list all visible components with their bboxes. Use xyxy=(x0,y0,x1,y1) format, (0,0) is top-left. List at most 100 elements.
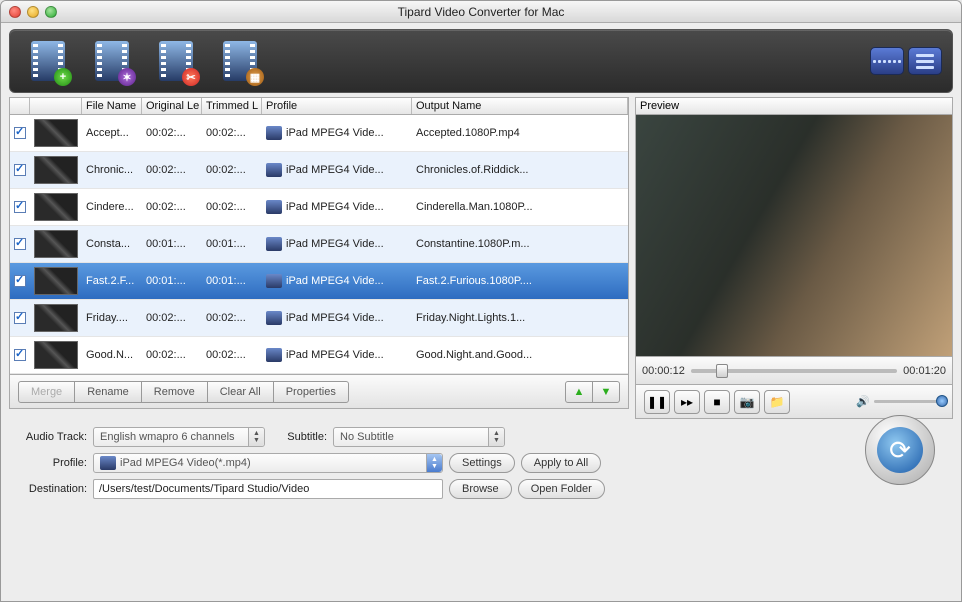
cell-output-name: Cinderella.Man.1080P... xyxy=(412,201,628,213)
destination-input[interactable]: /Users/test/Documents/Tipard Studio/Vide… xyxy=(93,479,443,499)
preview-header: Preview xyxy=(635,97,953,115)
cell-output-name: Accepted.1080P.mp4 xyxy=(412,127,628,139)
cell-trimmed-length: 00:02:... xyxy=(202,164,262,176)
move-down-button[interactable]: ▼ xyxy=(592,381,620,403)
subtitle-select[interactable]: No Subtitle▲▼ xyxy=(333,427,505,447)
convert-button[interactable]: ⟳ xyxy=(865,415,935,485)
table-row[interactable]: Consta...00:01:...00:01:...iPad MPEG4 Vi… xyxy=(10,226,628,263)
destination-label: Destination: xyxy=(9,483,87,495)
cell-trimmed-length: 00:01:... xyxy=(202,238,262,250)
cell-profile: iPad MPEG4 Vide... xyxy=(262,126,412,140)
table-row[interactable]: Cindere...00:02:...00:02:...iPad MPEG4 V… xyxy=(10,189,628,226)
col-profile[interactable]: Profile xyxy=(262,98,412,114)
table-row[interactable]: Fast.2.F...00:01:...00:01:...iPad MPEG4 … xyxy=(10,263,628,300)
clear-all-button[interactable]: Clear All xyxy=(207,381,274,403)
apply-to-all-button[interactable]: Apply to All xyxy=(521,453,601,473)
view-thumb-button[interactable] xyxy=(870,47,904,75)
cell-trimmed-length: 00:02:... xyxy=(202,349,262,361)
seek-slider[interactable] xyxy=(691,369,897,373)
cell-filename: Chronic... xyxy=(82,164,142,176)
subtitle-label: Subtitle: xyxy=(271,431,327,443)
thumbnail xyxy=(34,341,78,369)
merge-button[interactable]: Merge xyxy=(18,381,75,403)
col-original-length[interactable]: Original Le xyxy=(142,98,202,114)
cell-output-name: Good.Night.and.Good... xyxy=(412,349,628,361)
audio-track-select[interactable]: English wmapro 6 channels▲▼ xyxy=(93,427,265,447)
thumbnail xyxy=(34,119,78,147)
cell-profile: iPad MPEG4 Vide... xyxy=(262,237,412,251)
cell-profile: iPad MPEG4 Vide... xyxy=(262,274,412,288)
cell-filename: Consta... xyxy=(82,238,142,250)
row-checkbox[interactable] xyxy=(14,238,26,250)
move-up-button[interactable]: ▲ xyxy=(565,381,593,403)
titlebar: Tipard Video Converter for Mac xyxy=(1,1,961,23)
open-folder-button[interactable]: Open Folder xyxy=(518,479,605,499)
pause-button[interactable]: ❚❚ xyxy=(644,390,670,414)
table-row[interactable]: Chronic...00:02:...00:02:...iPad MPEG4 V… xyxy=(10,152,628,189)
volume-slider[interactable] xyxy=(874,400,944,403)
cell-output-name: Friday.Night.Lights.1... xyxy=(412,312,628,324)
time-bar: 00:00:12 00:01:20 xyxy=(635,357,953,385)
cell-original-length: 00:02:... xyxy=(142,127,202,139)
cell-filename: Accept... xyxy=(82,127,142,139)
column-headers: File Name Original Le Trimmed L Profile … xyxy=(9,97,629,115)
cell-output-name: Chronicles.of.Riddick... xyxy=(412,164,628,176)
row-checkbox[interactable] xyxy=(14,164,26,176)
table-row[interactable]: Accept...00:02:...00:02:...iPad MPEG4 Vi… xyxy=(10,115,628,152)
cell-output-name: Constantine.1080P.m... xyxy=(412,238,628,250)
open-snapshot-folder-button[interactable]: 📁 xyxy=(764,390,790,414)
col-trimmed-length[interactable]: Trimmed L xyxy=(202,98,262,114)
row-checkbox[interactable] xyxy=(14,349,26,361)
next-frame-button[interactable]: ▸▸ xyxy=(674,390,700,414)
table-row[interactable]: Good.N...00:02:...00:02:...iPad MPEG4 Vi… xyxy=(10,337,628,374)
row-checkbox[interactable] xyxy=(14,275,26,287)
cell-profile: iPad MPEG4 Vide... xyxy=(262,311,412,325)
cell-original-length: 00:02:... xyxy=(142,312,202,324)
view-list-button[interactable] xyxy=(908,47,942,75)
effect-button[interactable]: ✶ xyxy=(84,38,140,84)
remove-button[interactable]: Remove xyxy=(141,381,208,403)
cell-original-length: 00:02:... xyxy=(142,349,202,361)
cell-output-name: Fast.2.Furious.1080P.... xyxy=(412,275,628,287)
file-list[interactable]: Accept...00:02:...00:02:...iPad MPEG4 Vi… xyxy=(9,115,629,375)
cell-original-length: 00:01:... xyxy=(142,238,202,250)
app-window: Tipard Video Converter for Mac + ✶ ✂ ▦ F… xyxy=(0,0,962,602)
cell-filename: Friday.... xyxy=(82,312,142,324)
preview-viewport xyxy=(635,115,953,357)
cell-trimmed-length: 00:02:... xyxy=(202,127,262,139)
cell-profile: iPad MPEG4 Vide... xyxy=(262,163,412,177)
table-row[interactable]: Friday....00:02:...00:02:...iPad MPEG4 V… xyxy=(10,300,628,337)
thumbnail xyxy=(34,230,78,258)
col-filename[interactable]: File Name xyxy=(82,98,142,114)
cell-original-length: 00:02:... xyxy=(142,201,202,213)
row-checkbox[interactable] xyxy=(14,201,26,213)
list-controls: Merge Rename Remove Clear All Properties… xyxy=(9,375,629,409)
snapshot-button[interactable]: 📷 xyxy=(734,390,760,414)
volume-icon: 🔊 xyxy=(856,395,870,408)
thumbnail xyxy=(34,304,78,332)
audio-track-label: Audio Track: xyxy=(9,431,87,443)
add-file-button[interactable]: + xyxy=(20,38,76,84)
cell-original-length: 00:02:... xyxy=(142,164,202,176)
cell-filename: Fast.2.F... xyxy=(82,275,142,287)
cell-profile: iPad MPEG4 Vide... xyxy=(262,200,412,214)
trim-button[interactable]: ✂ xyxy=(148,38,204,84)
profile-label: Profile: xyxy=(9,457,87,469)
settings-button[interactable]: Settings xyxy=(449,453,515,473)
row-checkbox[interactable] xyxy=(14,312,26,324)
thumbnail xyxy=(34,193,78,221)
properties-button[interactable]: Properties xyxy=(273,381,349,403)
crop-button[interactable]: ▦ xyxy=(212,38,268,84)
cell-trimmed-length: 00:02:... xyxy=(202,312,262,324)
total-time: 00:01:20 xyxy=(903,365,946,377)
cell-trimmed-length: 00:02:... xyxy=(202,201,262,213)
browse-button[interactable]: Browse xyxy=(449,479,512,499)
rename-button[interactable]: Rename xyxy=(74,381,142,403)
col-output-name[interactable]: Output Name xyxy=(412,98,628,114)
thumbnail xyxy=(34,267,78,295)
stop-button[interactable]: ■ xyxy=(704,390,730,414)
cell-filename: Cindere... xyxy=(82,201,142,213)
profile-select[interactable]: iPad MPEG4 Video(*.mp4)▲▼ xyxy=(93,453,443,473)
cell-trimmed-length: 00:01:... xyxy=(202,275,262,287)
row-checkbox[interactable] xyxy=(14,127,26,139)
